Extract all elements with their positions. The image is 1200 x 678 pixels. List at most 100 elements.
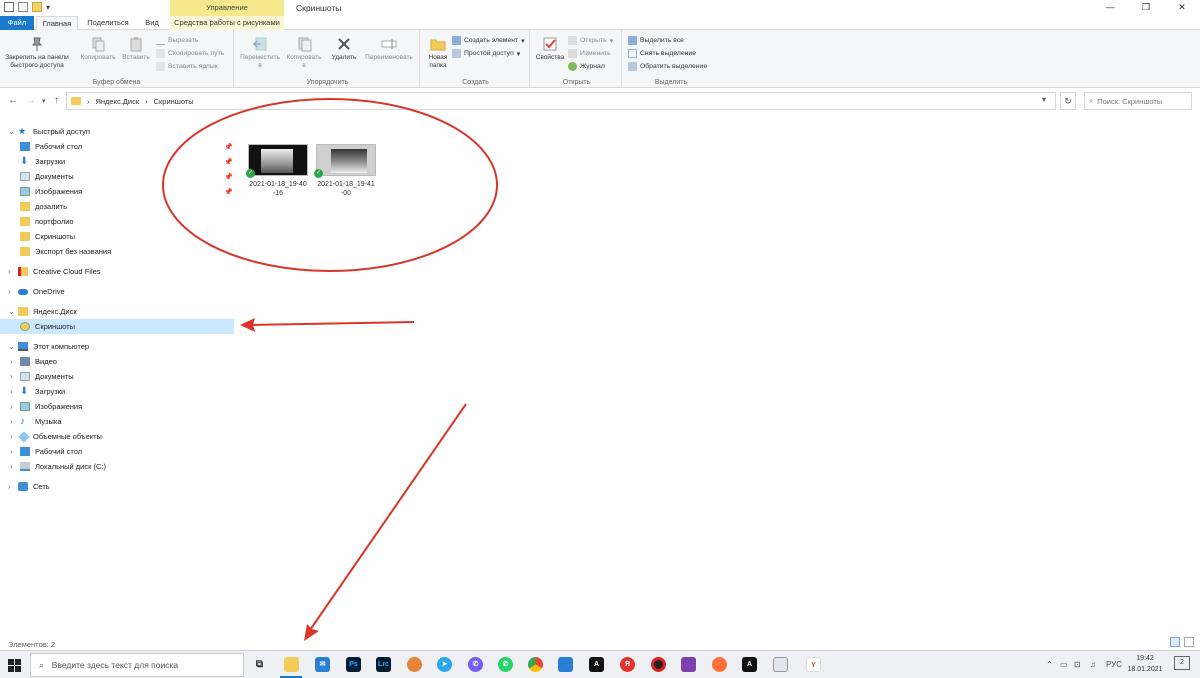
photoshop-icon[interactable]: Ps <box>346 657 361 672</box>
start-button[interactable] <box>8 659 22 673</box>
taskbar-search-input[interactable]: ⌕ Введите здесь текст для поиска <box>30 653 244 677</box>
chevron-right-icon[interactable]: › <box>10 462 13 471</box>
pin-icon[interactable]: 📌 <box>224 158 233 166</box>
refresh-button[interactable]: ↻ <box>1060 92 1076 110</box>
nav-item-portfolio[interactable]: портфолио <box>0 214 234 229</box>
open-button[interactable]: Открыть ▾ <box>568 36 613 45</box>
copy-path-button[interactable]: Скопировать путь <box>156 49 224 58</box>
nav-quick-access[interactable]: ⌄ ★ Быстрый доступ <box>0 124 234 139</box>
nav-this-pc[interactable]: ⌄ Этот компьютер <box>0 339 234 354</box>
nav-item-documents[interactable]: Документы 📌 <box>0 169 234 184</box>
app-icon[interactable] <box>407 657 422 672</box>
battery-icon[interactable]: ▭ <box>1060 660 1068 669</box>
back-button[interactable]: ← <box>8 95 18 106</box>
select-all-button[interactable]: Выделить все <box>628 36 684 45</box>
up-button[interactable]: ↑ <box>54 95 59 106</box>
easy-access-button[interactable]: Простой доступ ▾ <box>452 49 520 58</box>
edit-button[interactable]: Изменить <box>568 49 611 58</box>
nav-item-local-disk[interactable]: › Локальный диск (C:) <box>0 459 234 474</box>
copy-button[interactable]: Копировать <box>78 36 118 62</box>
address-bar[interactable]: › Яндекс.Диск › Скриншоты <box>66 92 1056 110</box>
nav-item-music[interactable]: › ♪ Музыка <box>0 414 234 429</box>
invert-selection-button[interactable]: Обратить выделение <box>628 62 707 71</box>
nav-item-downloads[interactable]: ⬇ Загрузки 📌 <box>0 154 234 169</box>
font-app-icon[interactable]: A <box>589 657 604 672</box>
chevron-right-icon[interactable]: › <box>10 357 13 366</box>
volume-icon[interactable]: ♫ <box>1090 660 1096 669</box>
details-view-icon[interactable] <box>1170 637 1180 647</box>
chevron-right-icon[interactable]: › <box>10 417 13 426</box>
paste-button[interactable]: Вставить <box>118 36 154 62</box>
chevron-right-icon[interactable]: › <box>10 372 13 381</box>
telegram-icon[interactable]: ➤ <box>437 657 452 672</box>
nav-item-3d-objects[interactable]: › Объемные объекты <box>0 429 234 444</box>
record-icon[interactable] <box>651 657 666 672</box>
nav-item-pc-desktop[interactable]: › Рабочий стол <box>0 444 234 459</box>
history-button[interactable]: Журнал <box>568 62 605 71</box>
chevron-down-icon[interactable]: ⌄ <box>8 307 15 316</box>
rename-button[interactable]: Переименовать <box>360 36 418 62</box>
forward-button[interactable]: → <box>26 95 36 106</box>
cloud-app-icon[interactable] <box>558 657 573 672</box>
delete-button[interactable]: Удалить <box>328 36 360 62</box>
close-button[interactable]: ✕ <box>1164 0 1200 16</box>
lightroom-icon[interactable]: Lrc <box>376 657 391 672</box>
chevron-right-icon[interactable]: › <box>10 387 13 396</box>
tab-file[interactable]: Файл <box>0 16 34 30</box>
network-tray-icon[interactable]: ⊡ <box>1074 660 1081 669</box>
new-item-button[interactable]: Создать элемент ▾ <box>452 36 525 45</box>
nav-network[interactable]: › Сеть <box>0 479 234 494</box>
new-document-icon[interactable] <box>18 2 28 12</box>
large-icons-view-icon[interactable] <box>1184 637 1194 647</box>
language-indicator[interactable]: РУС <box>1106 660 1122 669</box>
yandex-icon[interactable]: Y <box>806 657 821 672</box>
clock[interactable]: 19:42 18.01.2021 <box>1126 653 1164 675</box>
minimize-button[interactable]: — <box>1092 0 1128 16</box>
chevron-right-icon[interactable]: › <box>10 402 13 411</box>
nav-yandex-disk[interactable]: ⌄ Яндекс.Диск <box>0 304 234 319</box>
pin-icon[interactable]: 📌 <box>224 173 233 181</box>
pin-button[interactable]: Закрепить на панели быстрого доступа <box>2 36 72 70</box>
search-input[interactable]: ⌕ Поиск: Скриншоты <box>1084 92 1192 110</box>
nav-item-pc-pictures[interactable]: › Изображения <box>0 399 234 414</box>
new-folder-button[interactable]: Новая папка <box>424 36 452 70</box>
app-icon[interactable] <box>681 657 696 672</box>
tab-share[interactable]: Поделиться <box>80 16 136 30</box>
nav-item-screenshots-quick[interactable]: Скриншоты <box>0 229 234 244</box>
mail-icon[interactable]: ✉ <box>315 657 330 672</box>
breadcrumb-screenshots[interactable]: Скриншоты <box>154 97 194 106</box>
new-folder-icon[interactable] <box>32 2 42 12</box>
whatsapp-icon[interactable]: ✆ <box>498 657 513 672</box>
tab-view[interactable]: Вид <box>138 16 166 30</box>
chevron-right-icon[interactable]: › <box>10 447 13 456</box>
yandex-browser-icon[interactable]: Я <box>620 657 635 672</box>
copy-to-button[interactable]: Копировать в <box>284 36 324 70</box>
firefox-icon[interactable] <box>712 657 727 672</box>
notifications-icon[interactable]: 2 <box>1174 656 1190 670</box>
chrome-icon[interactable] <box>528 657 543 672</box>
nav-item-dozalit[interactable]: дозалить <box>0 199 234 214</box>
viber-icon[interactable]: ✆ <box>468 657 483 672</box>
cut-button[interactable]: Вырезать <box>156 36 198 45</box>
task-view-icon[interactable]: ⧉ <box>252 657 267 672</box>
chevron-down-icon[interactable]: ⌄ <box>8 342 15 351</box>
chevron-right-icon[interactable]: › <box>8 267 11 276</box>
pin-icon[interactable]: 📌 <box>224 188 233 196</box>
tab-home[interactable]: Главная <box>36 16 78 30</box>
nav-onedrive[interactable]: › OneDrive <box>0 284 234 299</box>
address-dropdown-icon[interactable]: ▾ <box>1042 95 1046 104</box>
nav-item-videos[interactable]: › Видео <box>0 354 234 369</box>
recent-dropdown-icon[interactable]: ▾ <box>42 97 46 105</box>
nav-creative-cloud[interactable]: › Creative Cloud Files <box>0 264 234 279</box>
nav-item-desktop[interactable]: Рабочий стол 📌 <box>0 139 234 154</box>
select-none-button[interactable]: Снять выделение <box>628 49 696 58</box>
file-explorer-icon[interactable] <box>284 657 299 672</box>
show-hidden-icons-icon[interactable]: ⌃ <box>1046 660 1053 669</box>
nav-item-pc-downloads[interactable]: › ⬇ Загрузки <box>0 384 234 399</box>
chevron-right-icon[interactable]: › <box>8 287 11 296</box>
chevron-right-icon[interactable]: › <box>10 432 13 441</box>
properties-button[interactable]: Свойства <box>534 36 566 62</box>
chevron-down-icon[interactable]: ⌄ <box>8 127 15 136</box>
window-app-icon[interactable] <box>773 657 788 672</box>
chevron-right-icon[interactable]: › <box>8 482 11 491</box>
